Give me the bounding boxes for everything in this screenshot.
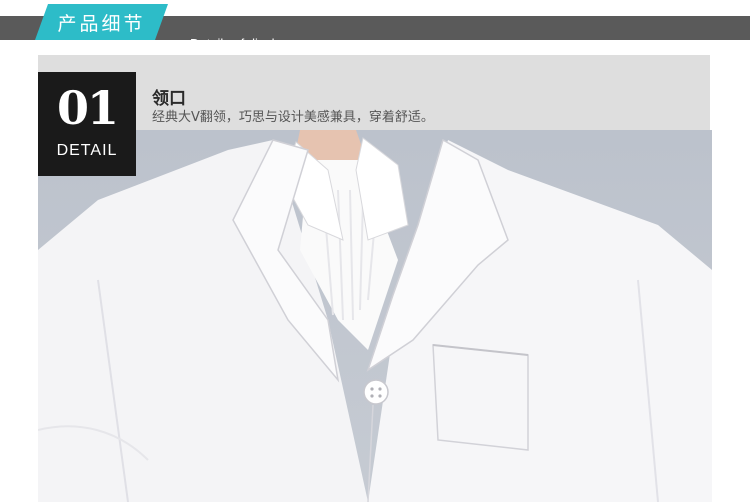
detail-badge: 01 DETAIL (38, 72, 136, 176)
detail-label: DETAIL (56, 142, 118, 159)
header-subtitle: Details of display (190, 36, 289, 51)
header-tab-label: 产品细节 (57, 12, 146, 35)
header-tab: 产品细节 (35, 4, 168, 40)
detail-description: 经典大V翻领，巧思与设计美感兼具，穿着舒适。 (152, 110, 434, 125)
detail-number: 01 (56, 81, 119, 135)
product-photo (38, 130, 712, 502)
lab-coat-illustration (38, 130, 712, 502)
